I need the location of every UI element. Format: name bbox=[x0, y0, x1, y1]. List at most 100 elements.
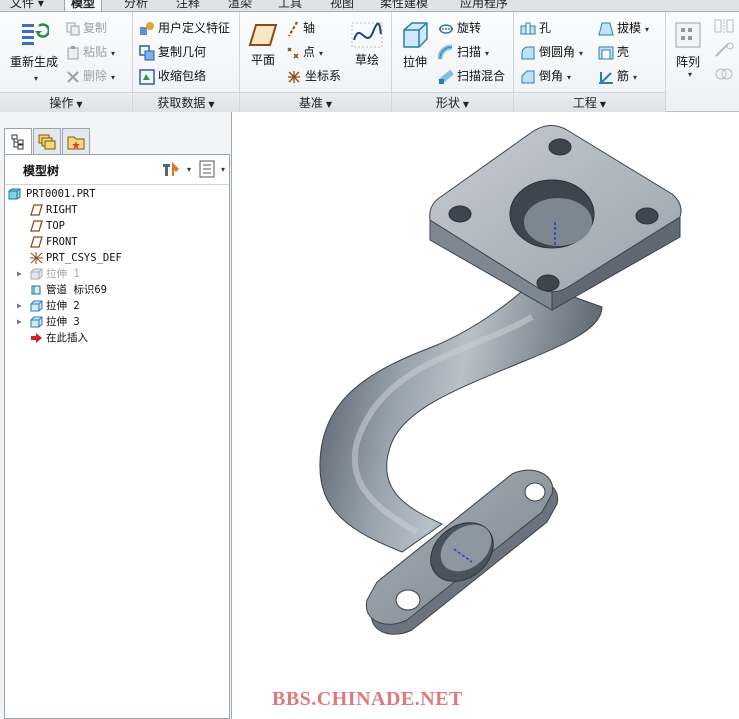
merge-icon[interactable] bbox=[714, 66, 736, 82]
tree-settings-dropdown[interactable]: ▾ bbox=[187, 165, 191, 174]
favorites-folder-icon bbox=[67, 136, 85, 149]
group-label-operations[interactable]: 操作 ▼ bbox=[0, 92, 132, 112]
tab-annotate[interactable]: 注释 bbox=[170, 0, 206, 11]
tree-item-front[interactable]: FRONT bbox=[5, 234, 229, 250]
expand-arrow-icon[interactable]: ▶ bbox=[17, 314, 25, 330]
tab-render[interactable]: 渲染 bbox=[222, 0, 258, 11]
delete-icon bbox=[67, 70, 79, 83]
extrude-icon bbox=[30, 268, 43, 280]
datum-point-icon bbox=[287, 46, 299, 59]
swept-blend-button[interactable]: 扫描混合 bbox=[438, 66, 505, 86]
menu-tab-bar: 文件 ▾ 模型 分析 注释 渲染 工具 视图 柔性建模 应用程序 bbox=[0, 0, 739, 12]
tab-file[interactable]: 文件 ▾ bbox=[4, 0, 50, 11]
copy-button[interactable]: 复制 bbox=[66, 18, 107, 38]
group-shapes: 拉伸 旋转 扫描 ▾ 扫描混合 形状 ▼ bbox=[392, 12, 514, 112]
tab-flexible-modeling[interactable]: 柔性建模 bbox=[374, 0, 434, 11]
model-tree-icon bbox=[11, 134, 24, 150]
tree-show-icon[interactable] bbox=[199, 160, 215, 178]
revolve-icon bbox=[439, 23, 453, 34]
expand-arrow-icon[interactable]: ▶ bbox=[17, 298, 25, 314]
regenerate-label: 重新生成 bbox=[9, 55, 58, 69]
rib-icon bbox=[599, 71, 613, 84]
pipe-flange-model[interactable] bbox=[232, 112, 739, 719]
revolve-button[interactable]: 旋转 bbox=[438, 18, 481, 38]
top-flange bbox=[429, 125, 682, 311]
tree-item-part[interactable]: PRT0001.PRT bbox=[5, 186, 229, 202]
delete-button[interactable]: 删除 ▾ bbox=[66, 66, 115, 86]
extrude-icon bbox=[30, 300, 43, 312]
copy-icon bbox=[66, 22, 80, 35]
layers-icon bbox=[38, 134, 56, 149]
tree-show-dropdown[interactable]: ▾ bbox=[221, 165, 225, 174]
shell-icon bbox=[598, 46, 614, 59]
ribbon: 重新生成▾ 复制 粘贴 ▾ 删除 ▾ 操作 ▼ 用户定义特征 复制几何 收缩包络 获取… bbox=[0, 12, 739, 112]
udf-button[interactable]: 用户定义特征 bbox=[139, 18, 230, 38]
chamfer-icon bbox=[521, 70, 535, 83]
tab-tools[interactable]: 工具 bbox=[272, 0, 308, 11]
sketch-icon bbox=[351, 22, 383, 48]
part-icon bbox=[8, 188, 21, 200]
tree-settings-icon[interactable] bbox=[161, 160, 181, 178]
csys-icon bbox=[30, 252, 43, 264]
udf-icon bbox=[140, 21, 154, 35]
model-tree: 模型树 ▾ ▾ PRT0001.PRT RIGHT TOP FRONT PRT_… bbox=[4, 154, 230, 719]
paste-button[interactable]: 粘贴 ▾ bbox=[66, 42, 115, 62]
tab-layers[interactable] bbox=[33, 128, 61, 154]
point-button[interactable]: 点 ▾ bbox=[286, 42, 323, 62]
extend-icon[interactable] bbox=[714, 42, 736, 58]
tree-item-right[interactable]: RIGHT bbox=[5, 202, 229, 218]
tree-item-extrude-2[interactable]: ▶ 拉伸 2 bbox=[5, 298, 229, 314]
hole-button[interactable]: 孔 bbox=[520, 18, 551, 38]
tab-analysis[interactable]: 分析 bbox=[118, 0, 154, 11]
tab-favorites[interactable] bbox=[62, 128, 90, 154]
axis-button[interactable]: 轴 bbox=[286, 18, 315, 38]
plane-button[interactable]: 平面 bbox=[246, 22, 280, 68]
shell-button[interactable]: 壳 bbox=[598, 42, 629, 62]
tree-item-insert-here[interactable]: 在此插入 bbox=[5, 330, 229, 346]
rib-button[interactable]: 筋 ▾ bbox=[598, 66, 637, 86]
group-label-shapes[interactable]: 形状 ▼ bbox=[392, 92, 513, 112]
tab-model[interactable]: 模型 bbox=[64, 0, 103, 11]
tree-item-extrude-3[interactable]: ▶ 拉伸 3 bbox=[5, 314, 229, 330]
insert-arrow-icon bbox=[31, 333, 42, 343]
group-label-datum[interactable]: 基准 ▼ bbox=[240, 92, 391, 112]
regenerate-button[interactable]: 重新生成▾ bbox=[6, 20, 62, 84]
datum-plane-icon bbox=[30, 236, 43, 248]
mirror-icon[interactable] bbox=[714, 18, 736, 34]
regenerate-icon bbox=[22, 23, 49, 45]
tab-applications[interactable]: 应用程序 bbox=[454, 0, 514, 11]
navigator-panel: 模型树 ▾ ▾ PRT0001.PRT RIGHT TOP FRONT PRT_… bbox=[0, 112, 232, 719]
group-label-get-data[interactable]: 获取数据 ▼ bbox=[133, 92, 239, 112]
group-get-data: 用户定义特征 复制几何 收缩包络 获取数据 ▼ bbox=[133, 12, 240, 112]
tab-model-tree[interactable] bbox=[4, 128, 32, 155]
shrinkwrap-button[interactable]: 收缩包络 bbox=[139, 66, 206, 86]
watermark: BBS.CHINADE.NET bbox=[272, 688, 463, 710]
model-tree-tools: ▾ ▾ bbox=[161, 160, 225, 178]
paste-icon bbox=[67, 45, 79, 59]
csys-icon bbox=[288, 70, 300, 83]
draft-button[interactable]: 拔模 ▾ bbox=[598, 18, 649, 38]
group-editing: 阵列 ▾ bbox=[666, 12, 739, 112]
pipe-icon bbox=[31, 285, 41, 295]
model-tree-header: 模型树 ▾ ▾ bbox=[5, 155, 229, 185]
tree-item-pipe[interactable]: 管道 标识69 bbox=[5, 282, 229, 298]
round-button[interactable]: 倒圆角 ▾ bbox=[520, 42, 583, 62]
chamfer-button[interactable]: 倒角 ▾ bbox=[520, 66, 571, 86]
csys-button[interactable]: 坐标系 bbox=[286, 66, 341, 86]
group-label-engineering[interactable]: 工程 ▼ bbox=[514, 92, 665, 112]
extrude-button[interactable]: 拉伸 bbox=[396, 20, 434, 70]
graphics-window[interactable] bbox=[232, 112, 739, 719]
swept-blend-icon bbox=[438, 69, 454, 84]
tab-view[interactable]: 视图 bbox=[324, 0, 360, 11]
sketch-button[interactable]: 草绘 bbox=[348, 22, 386, 68]
round-icon bbox=[521, 46, 535, 59]
sweep-button[interactable]: 扫描 ▾ bbox=[437, 42, 489, 62]
copy-geometry-button[interactable]: 复制几何 bbox=[139, 42, 206, 62]
tree-item-top[interactable]: TOP bbox=[5, 218, 229, 234]
tree-item-csys[interactable]: PRT_CSYS_DEF bbox=[5, 250, 229, 266]
draft-icon bbox=[598, 22, 614, 35]
tree-item-extrude-1[interactable]: ▶ 拉伸 1 bbox=[5, 266, 229, 282]
pattern-button[interactable]: 阵列 ▾ bbox=[670, 20, 706, 79]
expand-arrow-icon[interactable]: ▶ bbox=[17, 266, 25, 282]
shrinkwrap-icon bbox=[139, 68, 155, 85]
